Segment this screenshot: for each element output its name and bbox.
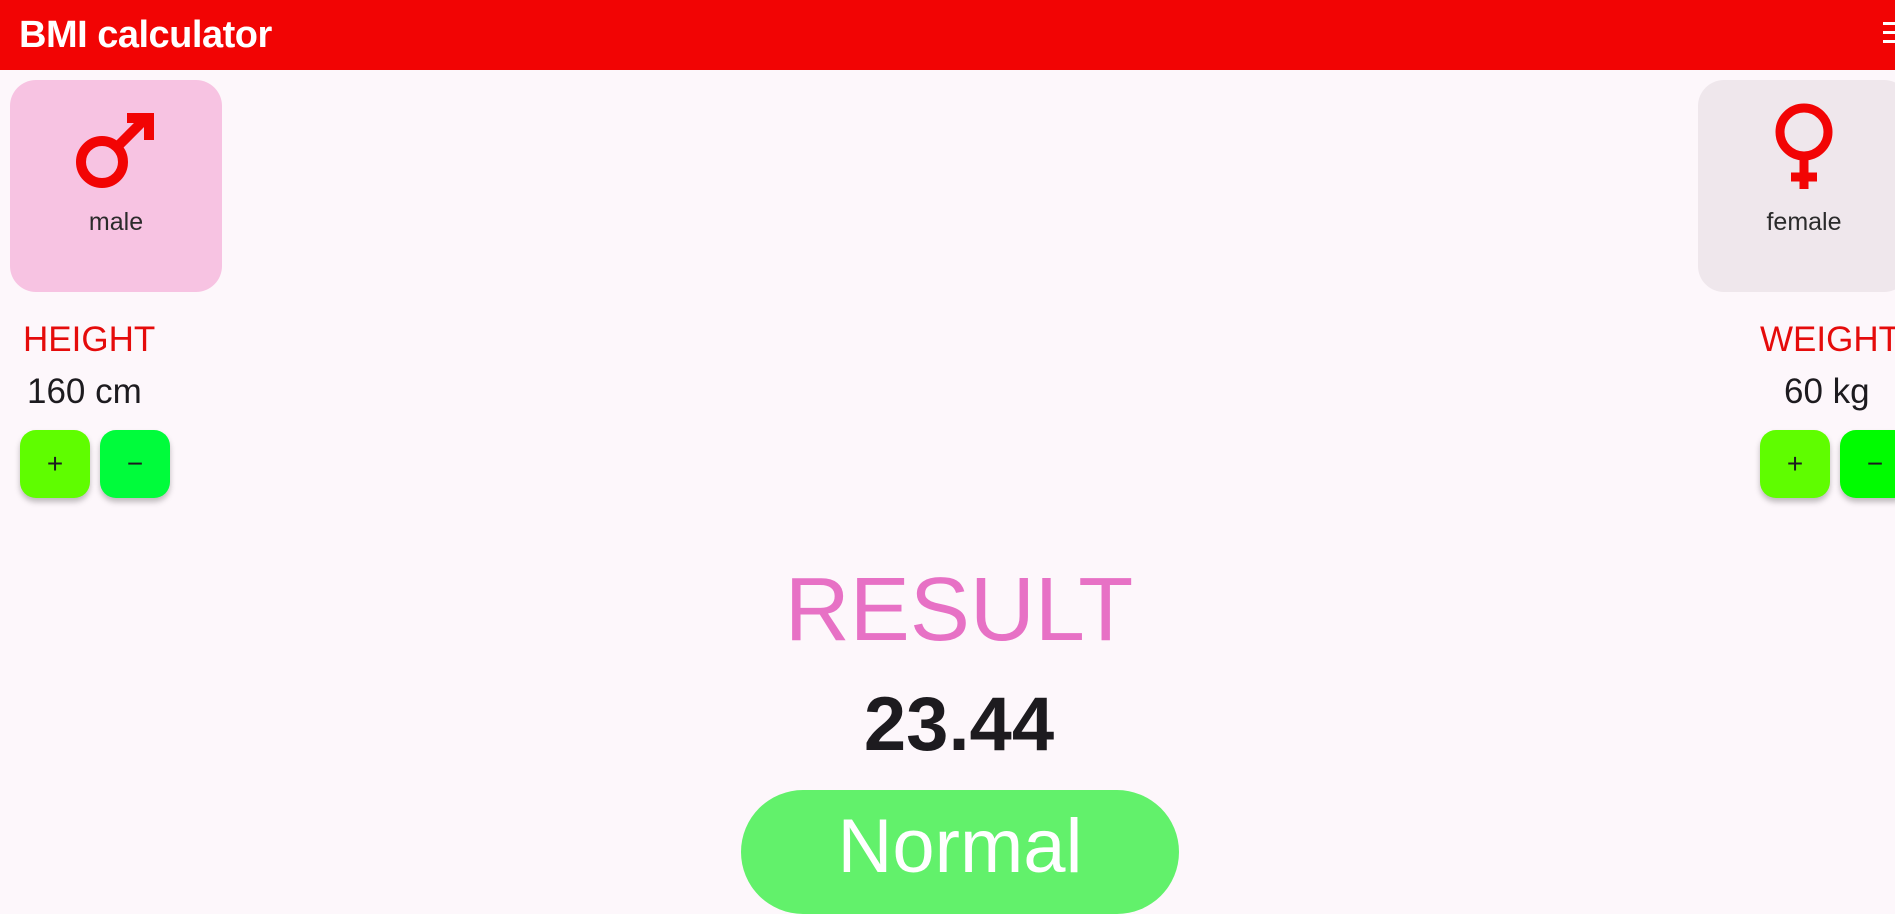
result-title: RESULT [784, 560, 1134, 660]
bmi-status-badge: Normal [741, 790, 1179, 914]
weight-value: 60 kg [1784, 372, 1870, 411]
weight-label: WEIGHT [1760, 320, 1895, 359]
hamburger-menu-icon[interactable] [1883, 22, 1895, 48]
weight-increment-button[interactable]: + [1760, 430, 1830, 498]
male-label: male [88, 208, 144, 236]
male-symbol-icon [76, 113, 154, 188]
bmi-status-text: Normal [837, 804, 1083, 889]
height-decrement-button[interactable]: − [100, 430, 170, 498]
app-title: BMI calculator [19, 14, 272, 56]
height-value: 160 cm [27, 372, 142, 411]
bmi-value: 23.44 [863, 682, 1055, 767]
female-card[interactable]: female [1698, 80, 1895, 292]
female-label: female [1766, 208, 1842, 236]
height-increment-button[interactable]: + [20, 430, 90, 498]
height-label: HEIGHT [23, 320, 156, 359]
female-symbol-icon [1775, 103, 1833, 189]
weight-decrement-button[interactable]: − [1840, 430, 1895, 498]
app-bar: BMI calculator [0, 0, 1895, 70]
male-card[interactable]: male [10, 80, 222, 292]
